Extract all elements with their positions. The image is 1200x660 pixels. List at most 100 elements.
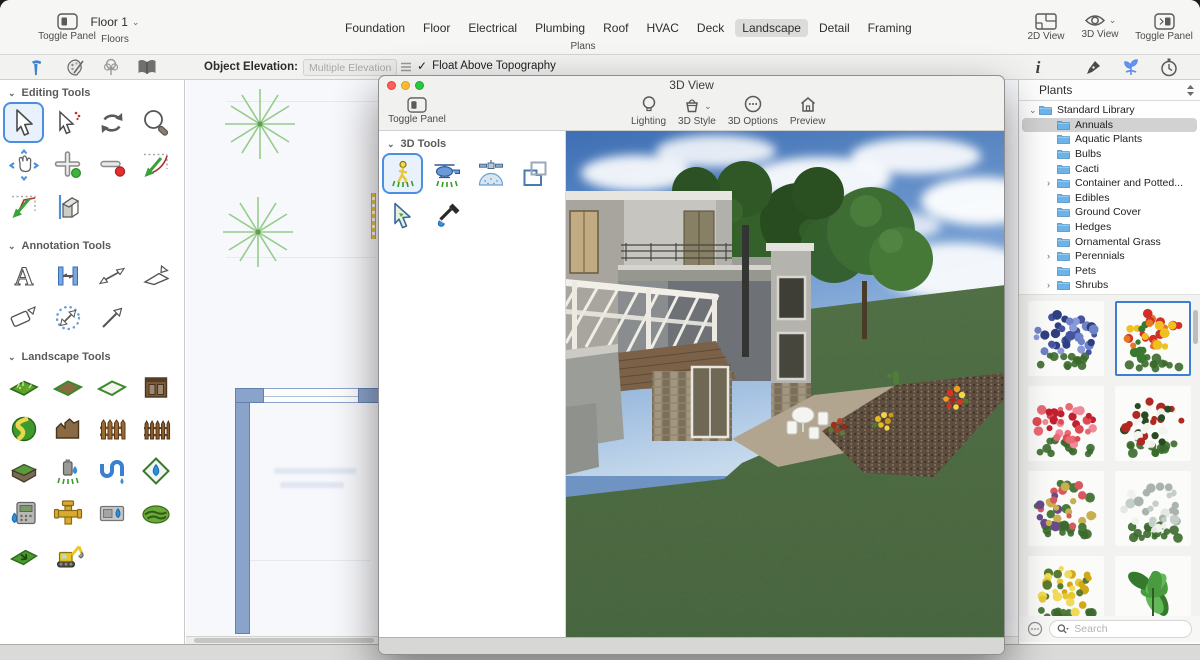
plan-wall[interactable] bbox=[358, 388, 380, 403]
plant-tree-icon[interactable] bbox=[102, 58, 120, 82]
library-item-standard-library[interactable]: ⌄Standard Library bbox=[1019, 103, 1200, 118]
3d-viewport[interactable] bbox=[566, 131, 1004, 637]
library-item-bulbs[interactable]: Bulbs bbox=[1019, 147, 1200, 162]
plant-thumbnail-silver-foliage-annual[interactable] bbox=[1115, 471, 1191, 546]
plot-region-tool[interactable] bbox=[91, 366, 132, 407]
retaining-wall-tool[interactable] bbox=[47, 408, 88, 449]
plan-window[interactable] bbox=[264, 388, 358, 403]
tab-foundation[interactable]: Foundation bbox=[338, 19, 412, 37]
section-header-annotation-tools[interactable]: ⌄Annotation Tools bbox=[0, 233, 184, 253]
chevron-right-icon[interactable]: › bbox=[1047, 281, 1057, 290]
irrigation-controller-tool[interactable] bbox=[3, 492, 44, 533]
walk-tool[interactable] bbox=[382, 153, 423, 194]
search-input[interactable] bbox=[1072, 622, 1184, 636]
select-3d-tool[interactable] bbox=[382, 195, 423, 236]
section-header-landscape-tools[interactable]: ⌄Landscape Tools bbox=[0, 344, 184, 364]
terrain-region-tool[interactable] bbox=[47, 366, 88, 407]
library-item-annuals[interactable]: Annuals bbox=[1019, 118, 1200, 133]
3d-toggle-panel-button[interactable]: Toggle Panel bbox=[383, 97, 451, 125]
3d-window-bottom-bar[interactable] bbox=[379, 637, 1004, 654]
picket-fence-tool[interactable] bbox=[135, 408, 176, 449]
library-item-shrubs[interactable]: ›Shrubs bbox=[1019, 278, 1200, 293]
control-panel-tool[interactable] bbox=[91, 492, 132, 533]
sprinkler-tool[interactable] bbox=[47, 450, 88, 491]
chevron-right-icon[interactable]: › bbox=[1047, 179, 1057, 188]
plan-tree-symbol[interactable] bbox=[222, 86, 298, 162]
lighting-button[interactable]: Lighting bbox=[631, 97, 666, 127]
text-tool[interactable]: A bbox=[3, 255, 44, 296]
tab-plumbing[interactable]: Plumbing bbox=[528, 19, 592, 37]
chamfer-corner-tool[interactable] bbox=[3, 186, 44, 227]
zoom-button[interactable] bbox=[415, 81, 424, 90]
remove-object-tool[interactable] bbox=[91, 144, 132, 185]
fence-tool[interactable] bbox=[91, 408, 132, 449]
3d-view-button[interactable]: ⌄ 3D View bbox=[1072, 13, 1128, 40]
plant-thumbnail-white-red-annual-flowers[interactable] bbox=[1115, 386, 1191, 461]
library-selector[interactable]: Plants bbox=[1019, 80, 1200, 101]
plant-thumbnail-mixed-red-yellow-annuals[interactable] bbox=[1115, 301, 1191, 376]
tab-framing[interactable]: Framing bbox=[861, 19, 919, 37]
plant-thumbnail-blue-annual-flowers[interactable] bbox=[1028, 301, 1104, 376]
valve-tool[interactable] bbox=[47, 492, 88, 533]
chevron-right-icon[interactable]: › bbox=[1047, 252, 1057, 261]
tab-hvac[interactable]: HVAC bbox=[639, 19, 685, 37]
eyedropper-tool[interactable] bbox=[426, 195, 467, 236]
tab-deck[interactable]: Deck bbox=[690, 19, 731, 37]
object-elevation-field[interactable] bbox=[303, 59, 397, 76]
end-to-end-dimension-tool[interactable] bbox=[91, 255, 132, 296]
library-item-ground-cover[interactable]: Ground Cover bbox=[1019, 205, 1200, 220]
info-icon[interactable]: i bbox=[1032, 58, 1044, 81]
library-item-aquatic-plants[interactable]: Aquatic Plants bbox=[1019, 132, 1200, 147]
plan-overlay-tool[interactable] bbox=[514, 153, 555, 194]
path-tool[interactable] bbox=[3, 408, 44, 449]
orbit-view-tool[interactable] bbox=[470, 153, 511, 194]
terrain-mound-tool[interactable] bbox=[135, 492, 176, 533]
excavator-tool[interactable] bbox=[47, 534, 88, 575]
tab-electrical[interactable]: Electrical bbox=[461, 19, 524, 37]
annotation-pen-icon[interactable] bbox=[1085, 59, 1102, 81]
library-item-hedges[interactable]: Hedges bbox=[1019, 220, 1200, 235]
plant-active-icon[interactable] bbox=[1122, 58, 1140, 81]
3d-window-titlebar[interactable]: 3D View bbox=[379, 76, 1004, 94]
float-above-topography-checkbox[interactable]: ✓ Float Above Topography bbox=[417, 60, 556, 72]
library-item-cacti[interactable]: Cacti bbox=[1019, 161, 1200, 176]
3d-style-button[interactable]: ⌄3D Style bbox=[678, 97, 716, 127]
garden-bed-tool[interactable] bbox=[3, 366, 44, 407]
arrow-tool[interactable] bbox=[91, 297, 132, 338]
history-clock-icon[interactable] bbox=[1160, 58, 1178, 82]
library-item-pets[interactable]: Pets bbox=[1019, 264, 1200, 279]
section-header-editing-tools[interactable]: ⌄Editing Tools bbox=[0, 80, 184, 100]
plan-tree-symbol[interactable] bbox=[220, 194, 296, 270]
shed-tool[interactable] bbox=[135, 366, 176, 407]
fillet-corner-tool[interactable] bbox=[135, 144, 176, 185]
pan-tool[interactable] bbox=[3, 144, 44, 185]
2d-view-button[interactable]: 2D View bbox=[1018, 13, 1074, 42]
more-options-icon[interactable] bbox=[1027, 621, 1043, 637]
preview-button[interactable]: Preview bbox=[790, 97, 826, 127]
tab-detail[interactable]: Detail bbox=[812, 19, 857, 37]
stamp-tool[interactable] bbox=[3, 297, 44, 338]
zoom-tool[interactable] bbox=[135, 102, 176, 143]
plan-wall[interactable] bbox=[235, 388, 250, 634]
move-annotation-tool[interactable] bbox=[47, 297, 88, 338]
select-similar-tool[interactable] bbox=[47, 102, 88, 143]
tab-floor[interactable]: Floor bbox=[416, 19, 457, 37]
section-header-3d-tools[interactable]: ⌄3D Tools bbox=[379, 131, 565, 151]
chevron-down-icon[interactable]: ⌄ bbox=[1029, 106, 1039, 115]
rotate-tool[interactable] bbox=[91, 102, 132, 143]
irrigation-pipe-tool[interactable] bbox=[91, 450, 132, 491]
dimension-tool[interactable] bbox=[47, 255, 88, 296]
helicopter-view-tool[interactable] bbox=[426, 153, 467, 194]
minimize-button[interactable] bbox=[401, 81, 410, 90]
library-item-ornamental-grass[interactable]: Ornamental Grass bbox=[1019, 234, 1200, 249]
reference-view-tool[interactable] bbox=[47, 186, 88, 227]
list-options-icon[interactable] bbox=[400, 62, 412, 72]
library-item-container-and-potted[interactable]: ›Container and Potted... bbox=[1019, 176, 1200, 191]
add-object-tool[interactable] bbox=[47, 144, 88, 185]
library-book-icon[interactable] bbox=[137, 58, 157, 81]
color-palette-icon[interactable] bbox=[66, 58, 86, 82]
slope-region-tool[interactable] bbox=[3, 534, 44, 575]
close-button[interactable] bbox=[387, 81, 396, 90]
planter-tool[interactable] bbox=[3, 450, 44, 491]
library-item-perennials[interactable]: ›Perennials bbox=[1019, 249, 1200, 264]
